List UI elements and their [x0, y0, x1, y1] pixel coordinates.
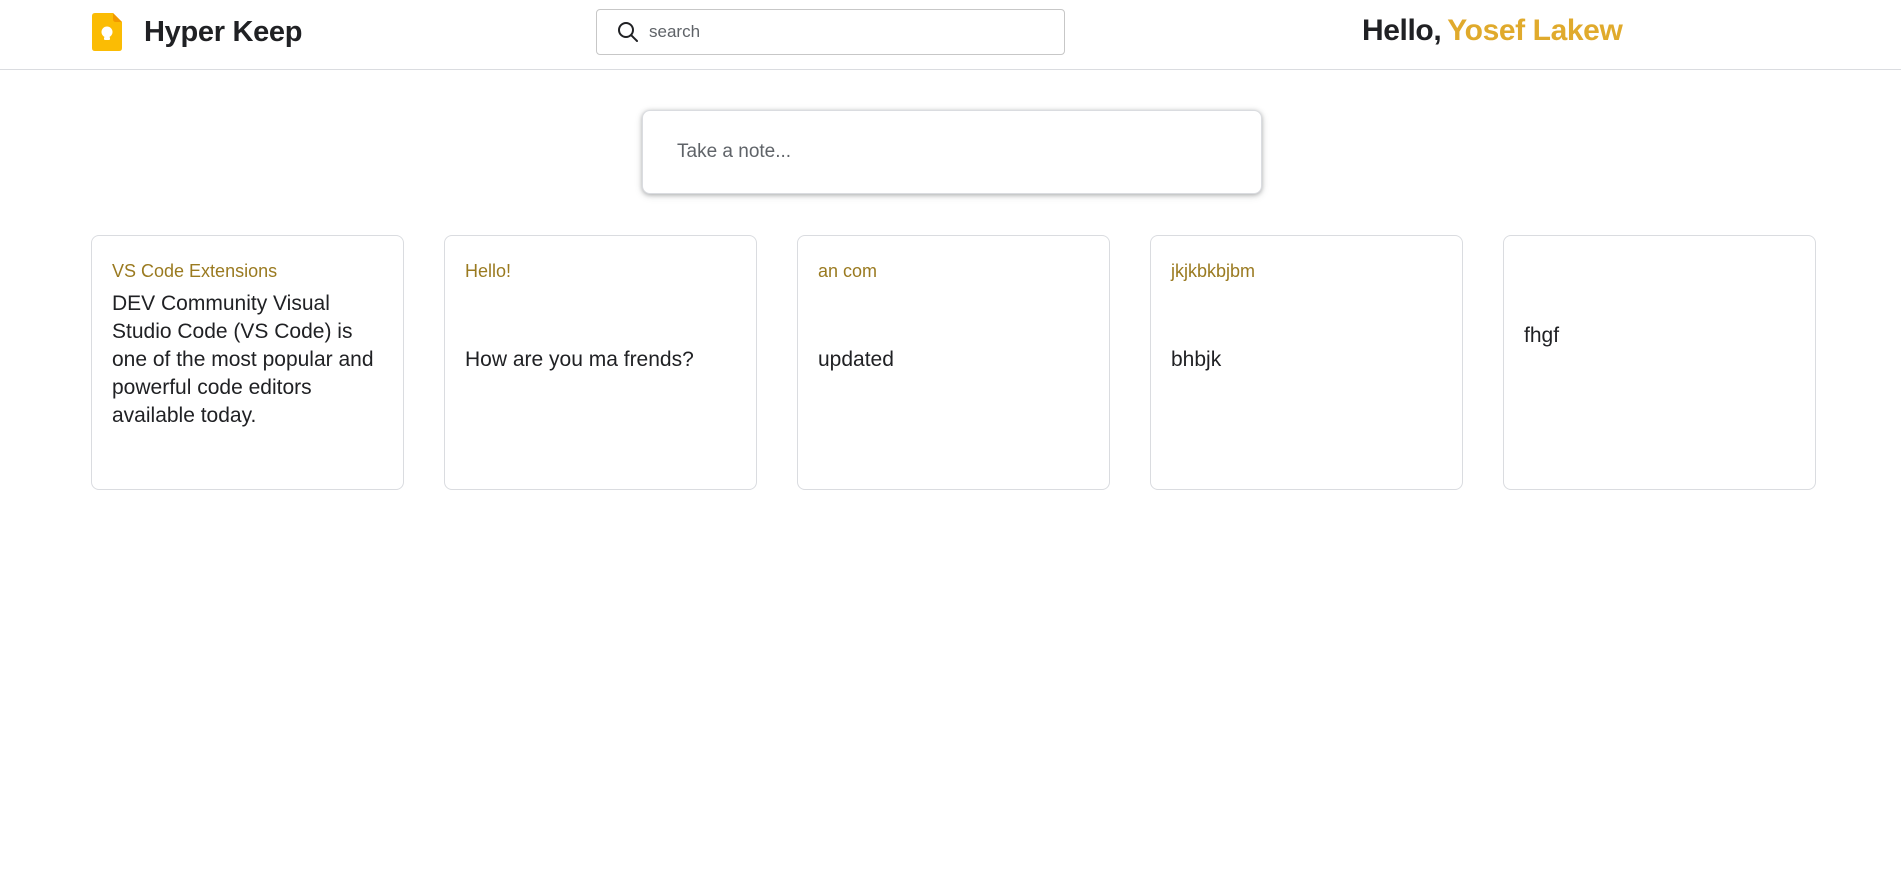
note-title: Hello! [465, 261, 512, 281]
user-name[interactable]: Yosef Lakew [1447, 14, 1623, 47]
take-note-input[interactable]: Take a note... [642, 110, 1262, 194]
note-card[interactable]: an com updated [797, 235, 1110, 490]
note-body: bhbjk [1171, 348, 1222, 371]
note-card[interactable]: Hello! How are you ma frends? [444, 235, 757, 490]
note-body: fhgf [1524, 324, 1560, 347]
search-icon[interactable] [617, 21, 639, 43]
app-header: Hyper Keep Hello,Yosef Lakew [0, 0, 1901, 70]
search-input[interactable] [649, 22, 1049, 42]
note-card[interactable]: jkjkbkbjbm bhbjk [1150, 235, 1463, 490]
note-body: updated [818, 348, 894, 371]
notes-grid: VS Code Extensions DEV Community Visual … [91, 235, 1816, 490]
greeting-hello: Hello, [1362, 14, 1442, 47]
note-title: an com [818, 261, 878, 281]
user-greeting: Hello, Yosef Lakew [1362, 14, 1623, 48]
search-bar[interactable] [596, 9, 1065, 55]
keep-bulb-icon [92, 13, 122, 51]
note-title: VS Code Extensions [112, 261, 278, 281]
app-title: Hyper Keep [144, 15, 303, 48]
brand[interactable]: Hyper Keep [92, 13, 302, 51]
note-title [1524, 260, 1795, 282]
note-body: DEV Community Visual Studio Code (VS Cod… [112, 292, 374, 427]
note-card[interactable]: fhgf [1503, 235, 1816, 490]
note-body: How are you ma frends? [465, 348, 694, 371]
note-card[interactable]: VS Code Extensions DEV Community Visual … [91, 235, 404, 490]
note-title: jkjkbkbjbm [1171, 261, 1256, 281]
